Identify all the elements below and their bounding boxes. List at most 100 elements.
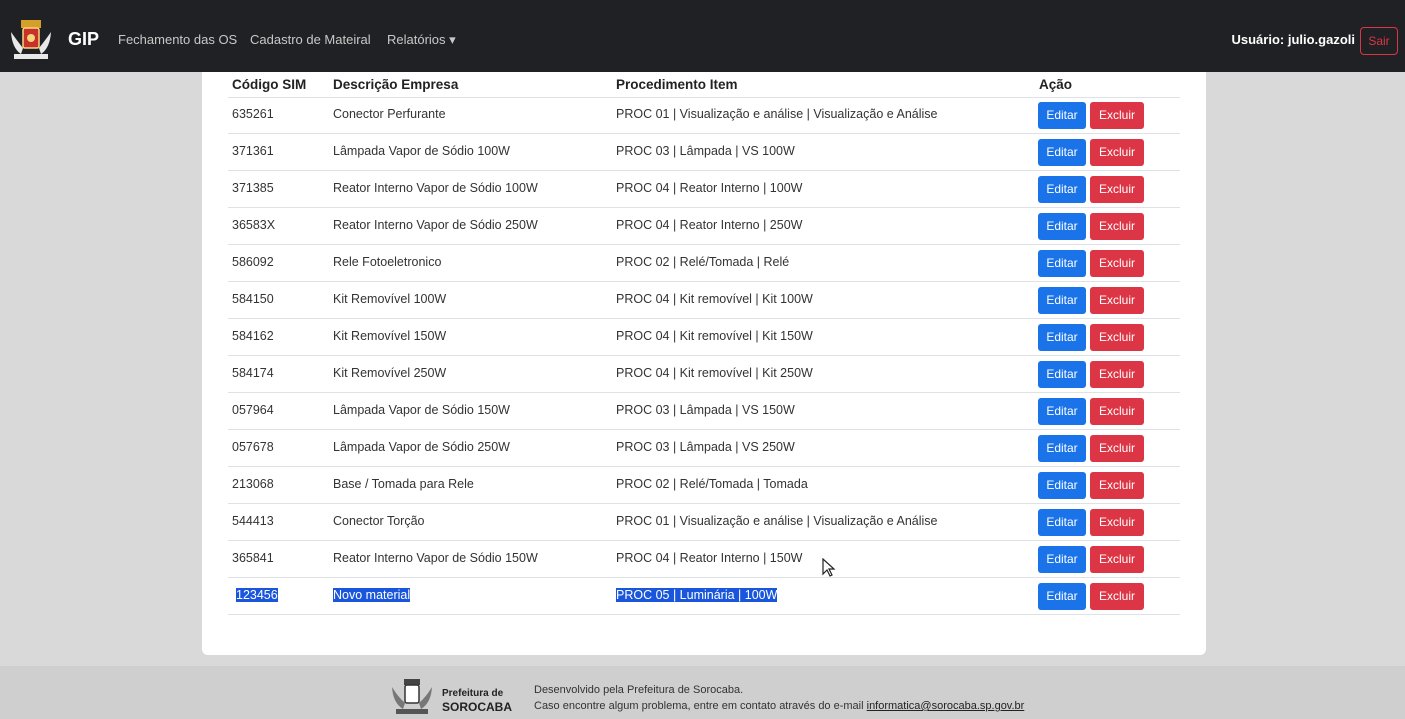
row-divider	[228, 503, 1180, 504]
header-codigo-sim: Código SIM	[232, 77, 307, 92]
cell-descricao: Lâmpada Vapor de Sódio 250W	[333, 440, 510, 454]
cell-procedimento: PROC 03 | Lâmpada | VS 100W	[616, 144, 795, 158]
row-divider	[228, 318, 1180, 319]
cell-procedimento: PROC 04 | Reator Interno | 150W	[616, 551, 803, 565]
cell-codigo-sim: 057678	[232, 440, 274, 454]
delete-button[interactable]: Excluir	[1090, 583, 1144, 610]
cell-descricao: Kit Removível 250W	[333, 366, 447, 380]
prefeitura-logo-icon	[392, 679, 432, 714]
nav-fechamento-os[interactable]: Fechamento das OS	[118, 32, 237, 47]
nav-cadastro-material[interactable]: Cadastro de Mateiral	[250, 32, 371, 47]
mouse-cursor-icon	[822, 558, 836, 577]
cell-descricao: Kit Removível 150W	[333, 329, 447, 343]
header-procedimento: Procedimento Item	[616, 77, 738, 92]
edit-button[interactable]: Editar	[1038, 546, 1086, 573]
delete-button[interactable]: Excluir	[1090, 509, 1144, 536]
row-divider	[228, 429, 1180, 430]
cell-procedimento: PROC 01 | Visualização e análise | Visua…	[616, 107, 938, 121]
edit-button[interactable]: Editar	[1038, 250, 1086, 277]
cell-codigo-sim: 213068	[232, 477, 274, 491]
cell-procedimento: PROC 04 | Reator Interno | 250W	[616, 218, 803, 232]
delete-button[interactable]: Excluir	[1090, 324, 1144, 351]
row-divider	[228, 466, 1180, 467]
edit-button[interactable]: Editar	[1038, 435, 1086, 462]
cell-codigo-sim: 365841	[232, 551, 274, 565]
row-divider	[228, 170, 1180, 171]
edit-button[interactable]: Editar	[1038, 361, 1086, 388]
cell-codigo-sim: 371361	[232, 144, 274, 158]
cell-procedimento: PROC 04 | Kit removível | Kit 100W	[616, 292, 813, 306]
footer-brand-line1: Prefeitura de	[442, 688, 504, 699]
cell-descricao: Base / Tomada para Rele	[333, 477, 474, 491]
footer-credit: Desenvolvido pela Prefeitura de Sorocaba…	[534, 684, 744, 696]
cell-codigo-sim: 057964	[232, 403, 274, 417]
cell-procedimento: PROC 05 | Luminária | 100W	[616, 588, 778, 602]
edit-button[interactable]: Editar	[1038, 583, 1086, 610]
edit-button[interactable]: Editar	[1038, 176, 1086, 203]
cell-procedimento: PROC 03 | Lâmpada | VS 250W	[616, 440, 795, 454]
cell-codigo-sim: 36583X	[232, 218, 276, 232]
cell-procedimento: PROC 02 | Relé/Tomada | Relé	[616, 255, 790, 269]
edit-button[interactable]: Editar	[1038, 213, 1086, 240]
edit-button[interactable]: Editar	[1038, 472, 1086, 499]
footer-contact-text: Caso encontre algum problema, entre em c…	[534, 700, 867, 712]
cell-procedimento: PROC 04 | Kit removível | Kit 250W	[616, 366, 813, 380]
cell-codigo-sim: 586092	[232, 255, 274, 269]
cell-descricao: Novo material	[333, 588, 411, 602]
row-divider	[228, 281, 1180, 282]
edit-button[interactable]: Editar	[1038, 324, 1086, 351]
row-divider	[228, 577, 1180, 578]
delete-button[interactable]: Excluir	[1090, 435, 1144, 462]
edit-button[interactable]: Editar	[1038, 398, 1086, 425]
cell-procedimento: PROC 02 | Relé/Tomada | Tomada	[616, 477, 808, 491]
footer-brand-line2: SOROCABA	[442, 700, 513, 714]
footer-email-link[interactable]: informatica@sorocaba.sp.gov.br	[867, 700, 1025, 712]
delete-button[interactable]: Excluir	[1090, 472, 1144, 499]
cell-codigo-sim: 584150	[232, 292, 274, 306]
cell-codigo-sim: 123456	[236, 588, 278, 602]
cell-descricao: Lâmpada Vapor de Sódio 150W	[333, 403, 510, 417]
navbar: GIP Fechamento das OS Cadastro de Mateir…	[0, 0, 1405, 72]
delete-button[interactable]: Excluir	[1090, 139, 1144, 166]
header-acao: Ação	[1039, 77, 1073, 92]
cell-descricao: Conector Perfurante	[333, 107, 446, 121]
cell-procedimento: PROC 04 | Reator Interno | 100W	[616, 181, 803, 195]
cell-codigo-sim: 371385	[232, 181, 274, 195]
delete-button[interactable]: Excluir	[1090, 398, 1144, 425]
logout-button[interactable]: Sair	[1360, 27, 1398, 55]
cell-descricao: Reator Interno Vapor de Sódio 100W	[333, 181, 538, 195]
delete-button[interactable]: Excluir	[1090, 213, 1144, 240]
cell-descricao: Lâmpada Vapor de Sódio 100W	[333, 144, 510, 158]
delete-button[interactable]: Excluir	[1090, 546, 1144, 573]
cell-descricao: Reator Interno Vapor de Sódio 150W	[333, 551, 538, 565]
delete-button[interactable]: Excluir	[1090, 176, 1144, 203]
cell-procedimento: PROC 04 | Kit removível | Kit 150W	[616, 329, 813, 343]
edit-button[interactable]: Editar	[1038, 287, 1086, 314]
row-divider	[228, 97, 1180, 98]
cell-descricao: Kit Removível 100W	[333, 292, 447, 306]
cell-codigo-sim: 584162	[232, 329, 274, 343]
row-divider	[228, 540, 1180, 541]
cell-descricao: Reator Interno Vapor de Sódio 250W	[333, 218, 538, 232]
header-descricao: Descrição Empresa	[333, 77, 459, 92]
user-label: Usuário: julio.gazoli	[1231, 32, 1355, 47]
edit-button[interactable]: Editar	[1038, 102, 1086, 129]
edit-button[interactable]: Editar	[1038, 139, 1086, 166]
row-divider	[228, 207, 1180, 208]
row-divider	[228, 244, 1180, 245]
cell-procedimento: PROC 03 | Lâmpada | VS 150W	[616, 403, 795, 417]
nav-relatorios-dropdown[interactable]: Relatórios ▾	[387, 32, 456, 48]
row-divider	[228, 355, 1180, 356]
row-divider	[228, 614, 1180, 615]
city-coat-of-arms-icon[interactable]	[8, 18, 54, 62]
edit-button[interactable]: Editar	[1038, 509, 1086, 536]
delete-button[interactable]: Excluir	[1090, 102, 1144, 129]
delete-button[interactable]: Excluir	[1090, 287, 1144, 314]
brand-link[interactable]: GIP	[68, 29, 99, 50]
delete-button[interactable]: Excluir	[1090, 250, 1144, 277]
cell-codigo-sim: 635261	[232, 107, 274, 121]
delete-button[interactable]: Excluir	[1090, 361, 1144, 388]
cell-codigo-sim: 544413	[232, 514, 274, 528]
cell-codigo-sim: 584174	[232, 366, 274, 380]
footer-contact: Caso encontre algum problema, entre em c…	[534, 700, 1024, 712]
